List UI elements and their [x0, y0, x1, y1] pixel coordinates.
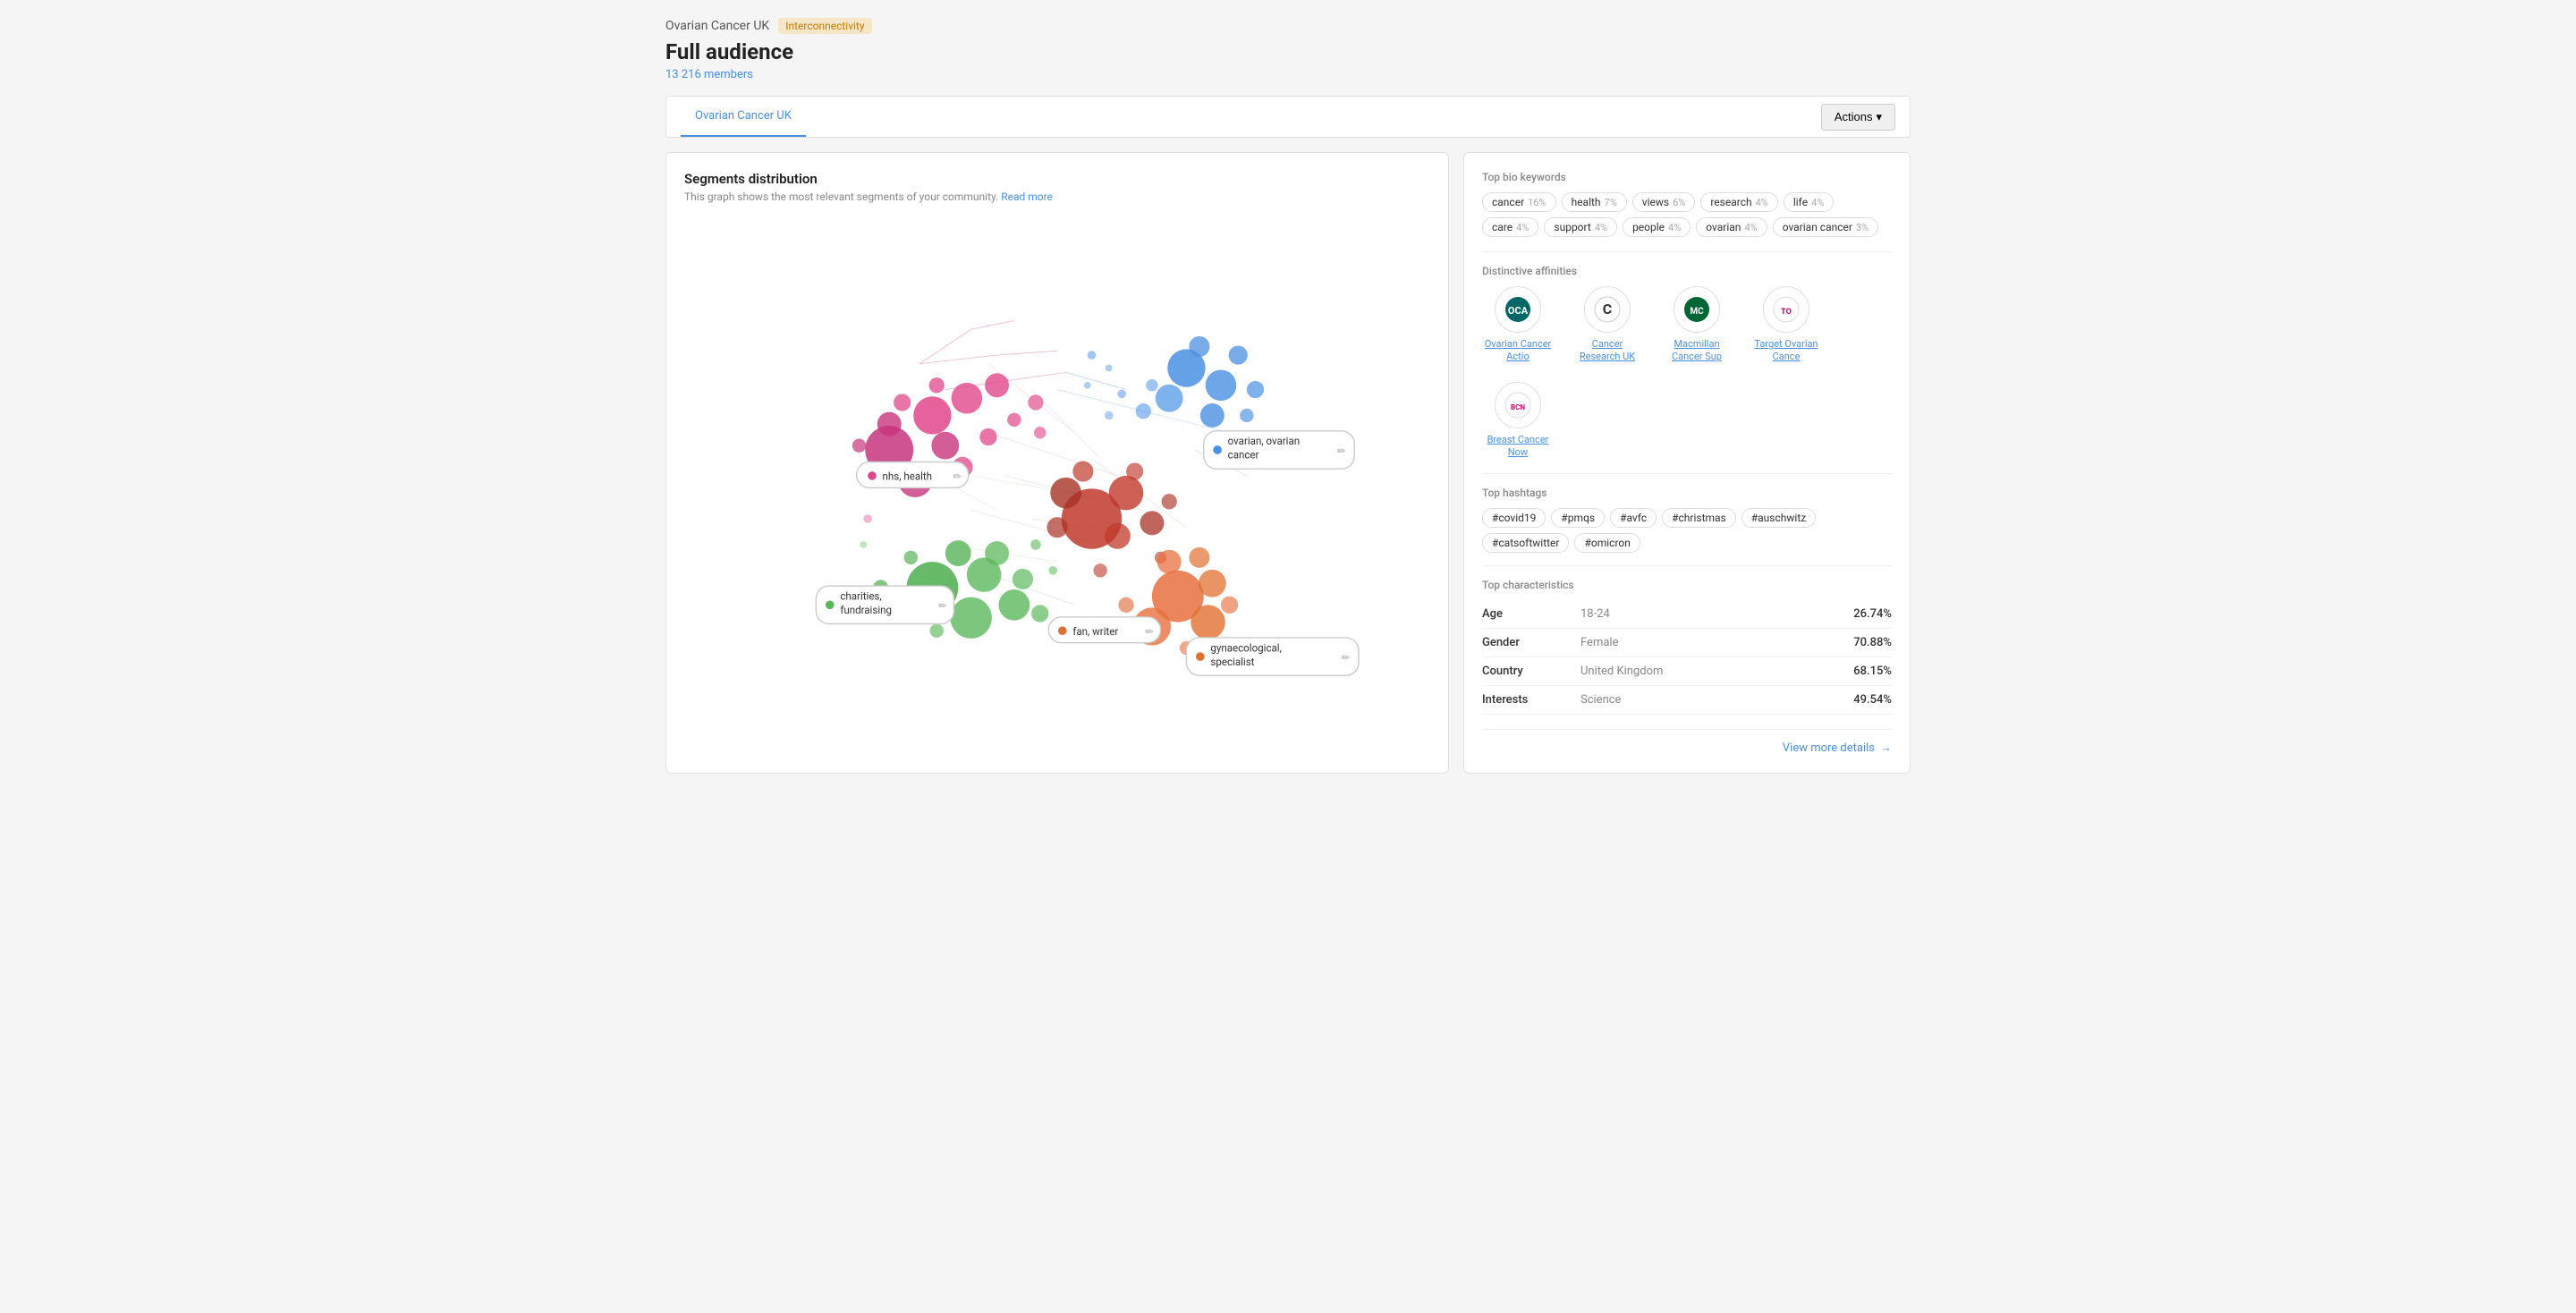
segment-fan-writer: fan, writer ✏: [1048, 617, 1160, 643]
svg-text:BCN: BCN: [1511, 403, 1525, 411]
keyword-chip: research 4%: [1700, 192, 1778, 212]
svg-text:specialist: specialist: [1210, 656, 1254, 668]
hashtag-chip[interactable]: #auschwitz: [1741, 508, 1816, 528]
keyword-chip: health 7%: [1562, 192, 1627, 212]
segment-ovarian-cancer: ovarian, ovarian cancer ✏: [1204, 431, 1355, 469]
svg-text:fundraising: fundraising: [840, 604, 892, 616]
char-value: Science: [1580, 693, 1853, 707]
hashtag-chip[interactable]: #christmas: [1662, 508, 1736, 528]
actions-button[interactable]: Actions ▾: [1821, 104, 1895, 131]
svg-text:gynaecological,: gynaecological,: [1210, 641, 1281, 654]
char-label: Age: [1482, 607, 1572, 621]
left-panel: Segments distribution This graph shows t…: [665, 152, 1449, 774]
segments-title: Segments distribution: [684, 171, 1430, 187]
page-title: Full audience: [665, 39, 1911, 64]
arrow-right-icon: →: [1880, 741, 1892, 755]
hashtag-chip[interactable]: #avfc: [1610, 508, 1657, 528]
org-name: Ovarian Cancer UK: [665, 19, 769, 33]
hashtag-chip[interactable]: #catsoftwitter: [1482, 533, 1569, 553]
keyword-chip: support 4%: [1544, 217, 1617, 237]
segments-subtitle: This graph shows the most relevant segme…: [684, 191, 1430, 203]
keyword-chip: life 4%: [1784, 192, 1834, 212]
characteristic-row: Age 18-24 26.74%: [1482, 600, 1892, 629]
network-graph-svg: nhs, health ✏ ovarian, ovarian cancer ✏: [684, 217, 1430, 682]
tab-bar: Ovarian Cancer UK Actions ▾: [665, 96, 1911, 138]
char-value: 18-24: [1580, 607, 1853, 621]
affinities-title: Distinctive affinities: [1482, 265, 1892, 277]
affinity-item[interactable]: TOTarget Ovarian Cance: [1750, 286, 1822, 364]
svg-text:✏: ✏: [1145, 625, 1154, 638]
affinity-item[interactable]: CCancer Research UK: [1572, 286, 1643, 364]
hashtags-row: #covid19#pmqs#avfc#christmas#auschwitz #c…: [1482, 508, 1892, 553]
read-more-link[interactable]: Read more: [1001, 191, 1053, 203]
char-label: Country: [1482, 665, 1572, 678]
right-panel: Top bio keywords cancer 16% health 7%view…: [1463, 152, 1911, 774]
interconnectivity-badge: Interconnectivity: [778, 18, 871, 34]
characteristics-title: Top characteristics: [1482, 579, 1892, 591]
affinity-item[interactable]: BCNBreast Cancer Now: [1482, 382, 1554, 460]
svg-text:charities,: charities,: [840, 590, 881, 603]
divider-1: [1482, 251, 1892, 252]
tab-ovarian-cancer-uk[interactable]: Ovarian Cancer UK: [681, 97, 806, 137]
keywords-row: cancer 16% health 7%views 6%research 4% li…: [1482, 192, 1892, 237]
svg-text:ovarian, ovarian: ovarian, ovarian: [1228, 435, 1300, 447]
keyword-chip: people 4%: [1623, 217, 1690, 237]
divider-3: [1482, 565, 1892, 566]
members-count: 13 216 members: [665, 68, 1911, 81]
char-value: Female: [1580, 636, 1853, 649]
char-value: United Kingdom: [1580, 665, 1853, 678]
main-content: Segments distribution This graph shows t…: [665, 152, 1911, 774]
view-more-link[interactable]: View more details →: [1783, 741, 1892, 755]
char-pct: 26.74%: [1853, 607, 1892, 621]
keyword-chip: views 6%: [1632, 192, 1696, 212]
svg-text:✏: ✏: [953, 470, 962, 483]
affinities-row: OCAOvarian Cancer Actio CCancer Research …: [1482, 286, 1892, 459]
svg-text:nhs, health: nhs, health: [883, 470, 933, 483]
keyword-chip: cancer 16%: [1482, 192, 1556, 212]
keyword-chip: care 4%: [1482, 217, 1538, 237]
hashtag-chip[interactable]: #covid19: [1482, 508, 1546, 528]
svg-text:✏: ✏: [1342, 651, 1351, 664]
svg-text:OCA: OCA: [1508, 305, 1529, 317]
char-pct: 70.88%: [1853, 636, 1892, 649]
svg-text:✏: ✏: [1337, 445, 1346, 457]
network-graph-container: nhs, health ✏ ovarian, ovarian cancer ✏: [684, 217, 1430, 682]
svg-text:MC: MC: [1690, 307, 1704, 317]
tab-bar-left: Ovarian Cancer UK: [681, 97, 806, 137]
page: Ovarian Cancer UK Interconnectivity Full…: [644, 0, 1932, 792]
char-pct: 49.54%: [1853, 693, 1892, 707]
svg-text:C: C: [1603, 301, 1612, 318]
char-label: Gender: [1482, 636, 1572, 649]
characteristic-row: Country United Kingdom 68.15%: [1482, 657, 1892, 686]
affinity-item[interactable]: OCAOvarian Cancer Actio: [1482, 286, 1554, 364]
characteristic-row: Interests Science 49.54%: [1482, 686, 1892, 715]
characteristics-table: Age 18-24 26.74% Gender Female 70.88% Co…: [1482, 600, 1892, 715]
svg-text:cancer: cancer: [1228, 449, 1259, 462]
view-more-row: View more details →: [1482, 729, 1892, 755]
svg-text:✏: ✏: [938, 599, 947, 612]
keyword-chip: ovarian cancer 3%: [1773, 217, 1879, 237]
hashtag-chip[interactable]: #omicron: [1574, 533, 1640, 553]
actions-label: Actions: [1835, 110, 1873, 123]
svg-text:TO: TO: [1781, 308, 1792, 317]
bio-keywords-title: Top bio keywords: [1482, 171, 1892, 183]
header-org: Ovarian Cancer UK Interconnectivity: [665, 18, 1911, 34]
segment-gynaecological-specialist: gynaecological, specialist ✏: [1186, 638, 1359, 675]
svg-text:fan, writer: fan, writer: [1072, 625, 1118, 638]
hashtag-chip[interactable]: #pmqs: [1551, 508, 1605, 528]
keyword-chip: ovarian 4%: [1696, 217, 1767, 237]
segment-charities-fundraising: charities, fundraising ✏: [816, 586, 953, 623]
char-pct: 68.15%: [1853, 665, 1892, 678]
chevron-down-icon: ▾: [1876, 110, 1882, 124]
affinity-item[interactable]: MCMacmillan Cancer Sup: [1661, 286, 1733, 364]
hashtags-title: Top hashtags: [1482, 487, 1892, 499]
characteristic-row: Gender Female 70.88%: [1482, 629, 1892, 657]
char-label: Interests: [1482, 693, 1572, 707]
divider-2: [1482, 473, 1892, 474]
segment-nhs-health: nhs, health ✏: [857, 462, 969, 487]
